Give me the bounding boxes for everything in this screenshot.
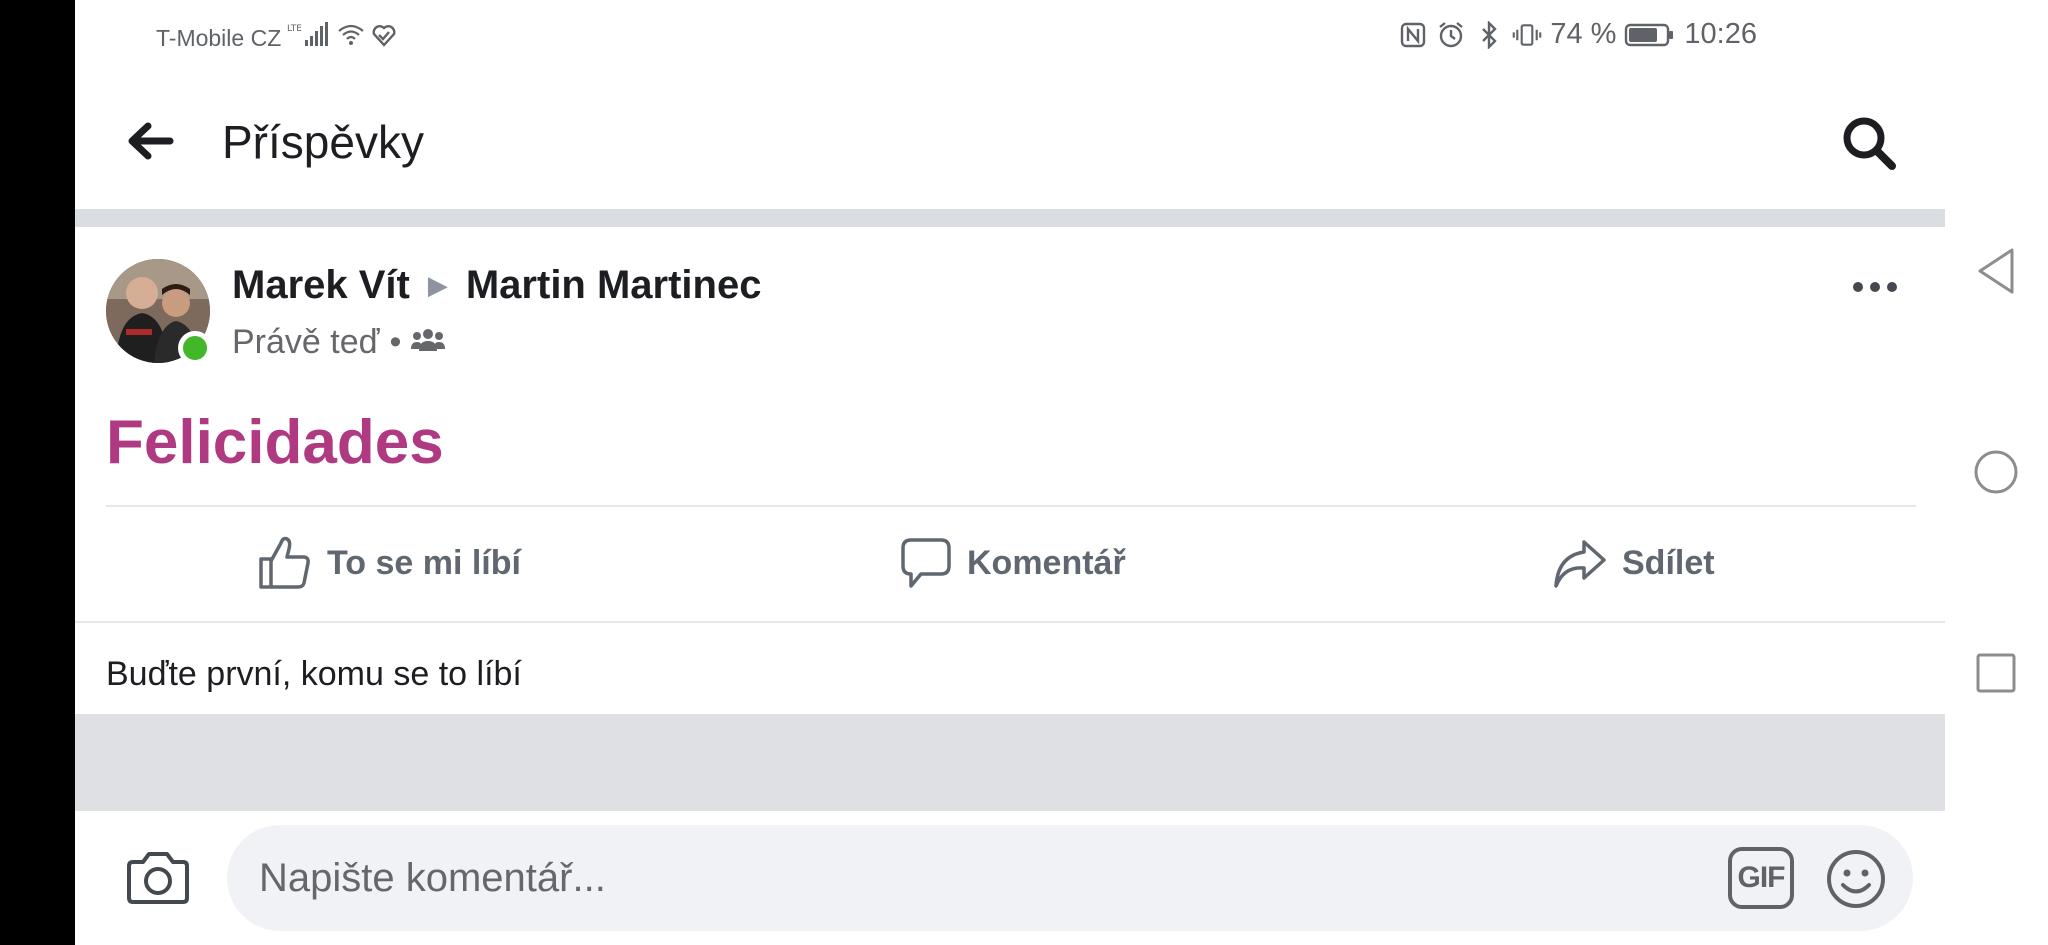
camera-icon <box>127 852 189 904</box>
heart-check-icon <box>371 23 397 53</box>
comment-label: Komentář <box>967 543 1126 582</box>
empty-comments-area <box>75 714 1945 811</box>
signal-icon: LTE <box>287 22 331 54</box>
search-icon <box>1843 117 1896 170</box>
like-button[interactable]: To se mi líbí <box>257 533 521 593</box>
friends-audience-icon <box>411 323 446 362</box>
system-navigation-bar <box>1945 0 2048 945</box>
share-label: Sdílet <box>1622 543 1715 582</box>
nav-recents-button[interactable] <box>1967 644 2025 702</box>
smiley-icon <box>1827 850 1885 908</box>
more-options-button[interactable] <box>1845 267 1905 307</box>
nfc-icon <box>1398 20 1428 50</box>
triangle-back-icon <box>1978 248 2014 294</box>
more-dots-icon <box>1853 282 1897 292</box>
page-title: Příspěvky <box>222 116 424 168</box>
square-recents-icon <box>1976 653 2016 693</box>
post-time[interactable]: Právě teď <box>232 323 380 362</box>
nav-back-button[interactable] <box>1967 242 2025 300</box>
back-button[interactable] <box>120 111 180 171</box>
comment-input[interactable] <box>227 825 1913 931</box>
comment-button[interactable]: Komentář <box>899 533 1126 593</box>
author-name[interactable]: Marek Vít <box>232 263 410 308</box>
triangle-right-icon: ▶ <box>427 270 448 300</box>
share-button[interactable]: Sdílet <box>1552 533 1715 593</box>
comment-bubble-icon <box>901 538 951 588</box>
online-status-dot <box>178 331 212 365</box>
like-label: To se mi líbí <box>327 543 521 582</box>
carrier-group: T-Mobile CZ LTE <box>156 22 397 54</box>
emoji-button[interactable] <box>1824 847 1888 911</box>
section-divider <box>75 209 1945 227</box>
back-arrow-icon <box>128 122 174 160</box>
carrier-name: T-Mobile CZ <box>156 24 282 51</box>
vibrate-icon <box>1512 20 1542 50</box>
post-meta: Právě teď • <box>232 323 446 362</box>
battery-icon <box>1624 20 1676 50</box>
facebook-post-screen: T-Mobile CZ LTE 74 % 10:26 Příspěvky Mar… <box>75 0 1945 945</box>
thumbs-up-icon <box>259 536 310 589</box>
circle-home-icon <box>1974 450 2018 494</box>
post-header-names: Marek Vít ▶ Martin Martinec <box>232 263 761 308</box>
svg-text:LTE: LTE <box>287 24 302 34</box>
likes-summary[interactable]: Buďte první, komu se to líbí <box>106 655 522 694</box>
status-right-group: 74 % 10:26 <box>1398 18 1757 51</box>
clock: 10:26 <box>1684 18 1757 50</box>
app-header: Příspěvky <box>75 75 1945 209</box>
status-bar: T-Mobile CZ LTE 74 % 10:26 <box>75 0 1945 75</box>
nav-home-button[interactable] <box>1967 443 2025 501</box>
share-arrow-icon <box>1554 540 1606 588</box>
search-button[interactable] <box>1837 111 1901 175</box>
wifi-icon <box>337 23 365 53</box>
meta-separator: • <box>389 323 402 361</box>
actions-divider-bottom <box>75 621 1945 623</box>
target-name[interactable]: Martin Martinec <box>466 263 762 308</box>
alarm-icon <box>1436 20 1466 50</box>
bluetooth-icon <box>1474 20 1504 50</box>
actions-divider-top <box>106 505 1916 507</box>
camera-button[interactable] <box>123 845 193 909</box>
post-card: Marek Vít ▶ Martin Martinec Právě teď • … <box>75 227 1945 714</box>
battery-percent: 74 % <box>1550 18 1617 50</box>
gif-button[interactable]: GIF <box>1728 847 1794 909</box>
comment-composer: GIF <box>75 811 1945 945</box>
post-text: Felicidades <box>106 408 444 477</box>
